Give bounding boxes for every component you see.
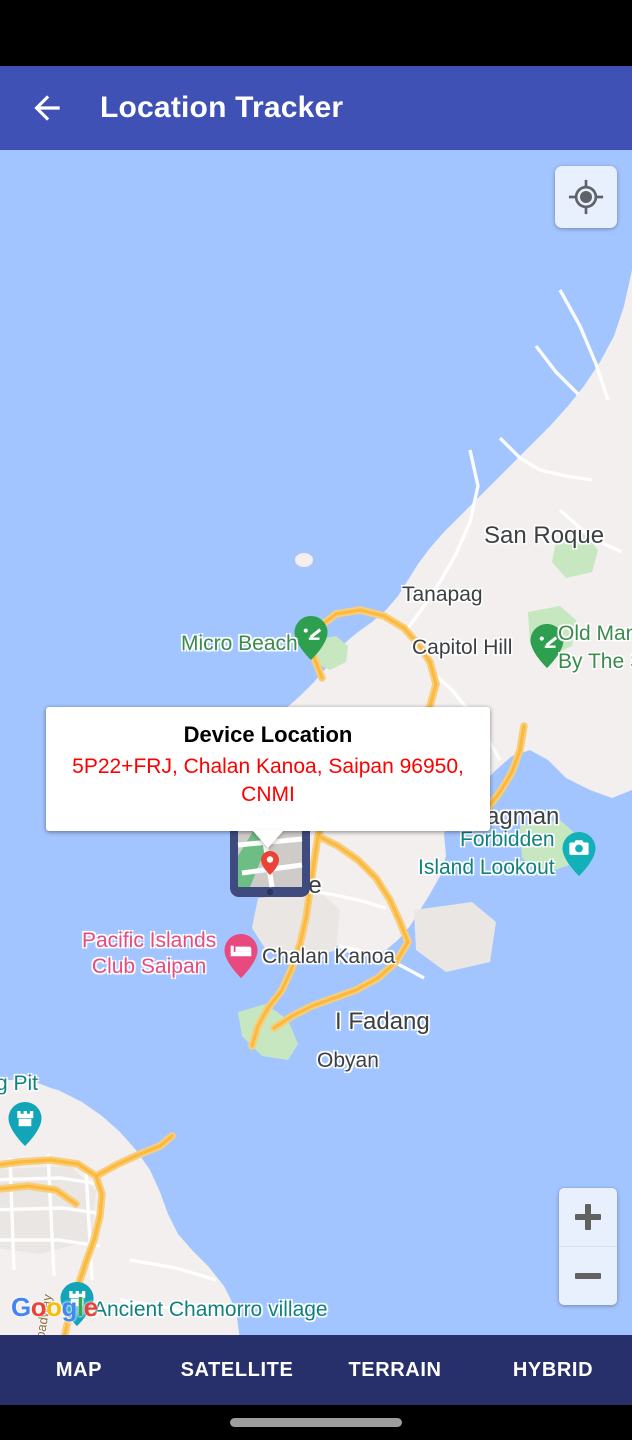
google-letter-o1: o (30, 1292, 47, 1322)
gesture-home-pill[interactable] (230, 1418, 402, 1427)
tab-terrain[interactable]: TERRAIN (316, 1359, 474, 1382)
google-letter-g2: g (61, 1292, 78, 1322)
map-canvas[interactable]: San Roque Tanapag Capitol Hill Kagman Ch… (0, 150, 632, 1335)
app-bar: Location Tracker (0, 66, 632, 150)
google-letter-e: e (83, 1292, 98, 1322)
google-attribution-logo[interactable]: Google (11, 1292, 98, 1323)
my-location-crosshair-icon (568, 179, 604, 215)
my-location-button[interactable] (555, 166, 617, 228)
zoom-controls (559, 1188, 617, 1305)
info-window[interactable]: Device Location 5P22+FRJ, Chalan Kanoa, … (46, 707, 490, 848)
zoom-in-button[interactable] (559, 1188, 617, 1247)
plus-icon-vertical (585, 1204, 591, 1230)
google-letter-o2: o (46, 1292, 62, 1322)
map-type-tab-bar: MAP SATELLITE TERRAIN HYBRID (0, 1335, 632, 1405)
zoom-out-button[interactable] (559, 1247, 617, 1305)
tab-satellite[interactable]: SATELLITE (158, 1359, 316, 1382)
info-window-title: Device Location (183, 722, 353, 747)
tab-hybrid[interactable]: HYBRID (474, 1359, 632, 1382)
tab-map[interactable]: MAP (0, 1359, 158, 1382)
info-window-tail (252, 830, 284, 848)
phone-screen: Location Tracker San Roque Tanapag Capit… (0, 0, 632, 1440)
page-title: Location Tracker (100, 91, 344, 124)
info-window-address: 5P22+FRJ, Chalan Kanoa, Saipan 96950, CN… (72, 755, 464, 806)
status-bar (0, 0, 632, 66)
google-letter-l: l (76, 1292, 84, 1322)
navigation-bar (0, 1405, 632, 1440)
google-letter-g1: G (11, 1292, 31, 1322)
minus-icon (575, 1273, 601, 1279)
back-button[interactable] (16, 77, 78, 139)
arrow-left-icon (34, 95, 60, 121)
